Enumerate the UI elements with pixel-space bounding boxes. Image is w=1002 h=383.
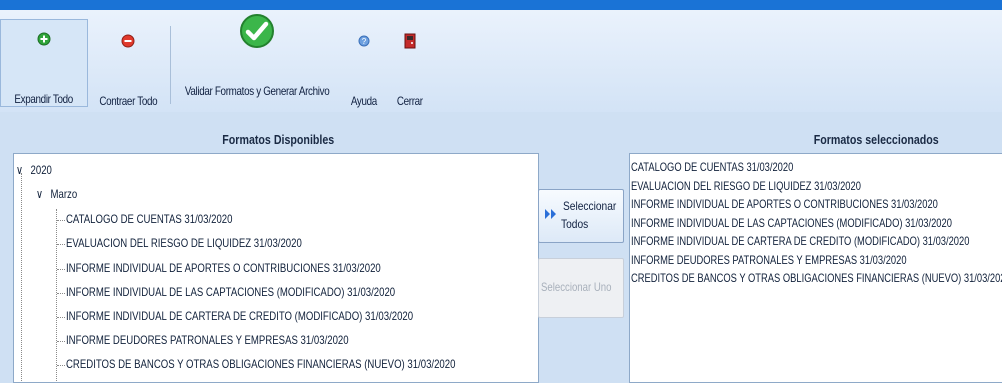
tree-item[interactable]: CATALOGO DE CUENTAS 31/03/2020 bbox=[66, 212, 232, 226]
available-formats-header: Formatos Disponibles bbox=[222, 132, 335, 147]
tree-item[interactable]: INFORME INDIVIDUAL DE CARTERA DE CREDITO… bbox=[66, 309, 413, 323]
tree-node-year[interactable]: ∨ 2020 bbox=[16, 163, 52, 177]
list-item[interactable]: CATALOGO DE CUENTAS 31/03/2020 bbox=[631, 158, 920, 177]
svg-text:?: ? bbox=[362, 37, 367, 46]
select-all-label-line1: Seleccionar bbox=[563, 199, 617, 213]
tree-item[interactable]: INFORME INDIVIDUAL DE APORTES O CONTRIBU… bbox=[66, 261, 381, 275]
plus-green-icon bbox=[37, 20, 51, 58]
validate-generate-label: Validar Formatos y Generar Archivo bbox=[184, 84, 330, 98]
minus-red-icon bbox=[121, 22, 135, 60]
selected-formats-list: CATALOGO DE CUENTAS 31/03/2020 EVALUACIO… bbox=[631, 158, 1002, 288]
select-all-button[interactable]: Seleccionar Todos bbox=[538, 189, 624, 243]
available-formats-tree: ∨ 2020 ∨ Marzo CATALOGO DE CUENTAS 31/03… bbox=[14, 155, 538, 381]
double-arrow-icon bbox=[544, 208, 558, 223]
tree-item[interactable]: INFORME DEUDORES PATRONALES Y EMPRESAS 3… bbox=[66, 333, 349, 347]
select-all-label-line2: Todos bbox=[561, 217, 589, 231]
tree-branch bbox=[57, 220, 65, 221]
list-item[interactable]: INFORME INDIVIDUAL DE APORTES O CONTRIBU… bbox=[631, 195, 938, 214]
tree-branch bbox=[57, 317, 65, 318]
close-label: Cerrar bbox=[397, 94, 423, 108]
list-item[interactable]: INFORME INDIVIDUAL DE LAS CAPTACIONES (M… bbox=[631, 214, 952, 233]
collapse-all-label: Contraer Todo bbox=[99, 94, 157, 108]
help-button[interactable]: ? Ayuda bbox=[344, 22, 384, 108]
tree-branch bbox=[57, 365, 65, 366]
list-item[interactable]: INFORME DEUDORES PATRONALES Y EMPRESAS 3… bbox=[631, 251, 920, 270]
tree-branch bbox=[57, 293, 65, 294]
validate-generate-button[interactable]: Validar Formatos y Generar Archivo bbox=[172, 12, 342, 98]
help-icon: ? bbox=[358, 22, 370, 60]
tree-branch bbox=[57, 244, 65, 245]
chevron-down-icon[interactable]: ∨ bbox=[16, 163, 23, 177]
select-one-label: Seleccionar Uno bbox=[541, 280, 612, 294]
tree-branch bbox=[57, 269, 65, 270]
expand-all-label: Expandir Todo bbox=[14, 92, 74, 106]
tree-item[interactable]: CREDITOS DE BANCOS Y OTRAS OBLIGACIONES … bbox=[66, 357, 455, 371]
list-item[interactable]: INFORME INDIVIDUAL DE CARTERA DE CREDITO… bbox=[631, 232, 969, 251]
tree-year-label: 2020 bbox=[30, 163, 52, 177]
list-item[interactable]: EVALUACION DEL RIESGO DE LIQUIDEZ 31/03/… bbox=[631, 177, 920, 196]
checkmark-icon bbox=[239, 12, 275, 50]
tree-guide-line bbox=[56, 209, 57, 381]
toolbar-separator bbox=[170, 26, 171, 104]
collapse-all-button[interactable]: Contraer Todo bbox=[88, 22, 168, 108]
selected-formats-header: Formatos seleccionados bbox=[813, 132, 939, 147]
close-button[interactable]: Cerrar bbox=[390, 22, 430, 108]
help-label: Ayuda bbox=[350, 94, 378, 108]
list-item[interactable]: CREDITOS DE BANCOS Y OTRAS OBLIGACIONES … bbox=[631, 269, 1002, 288]
exit-door-icon bbox=[404, 22, 416, 60]
toolbar: Expandir Todo Contraer Todo Validar Form… bbox=[0, 10, 1002, 112]
window-top-bar bbox=[0, 0, 1002, 10]
tree-guide-line bbox=[21, 173, 22, 381]
tree-node-month[interactable]: ∨ Marzo bbox=[36, 187, 77, 201]
tree-branch bbox=[57, 341, 65, 342]
chevron-down-icon[interactable]: ∨ bbox=[36, 187, 43, 201]
expand-all-button[interactable]: Expandir Todo bbox=[0, 19, 88, 107]
tree-item[interactable]: EVALUACION DEL RIESGO DE LIQUIDEZ 31/03/… bbox=[66, 236, 302, 250]
tree-item[interactable]: INFORME INDIVIDUAL DE LAS CAPTACIONES (M… bbox=[66, 285, 395, 299]
select-one-button[interactable]: Seleccionar Uno bbox=[538, 258, 624, 318]
tree-month-label: Marzo bbox=[50, 187, 78, 201]
